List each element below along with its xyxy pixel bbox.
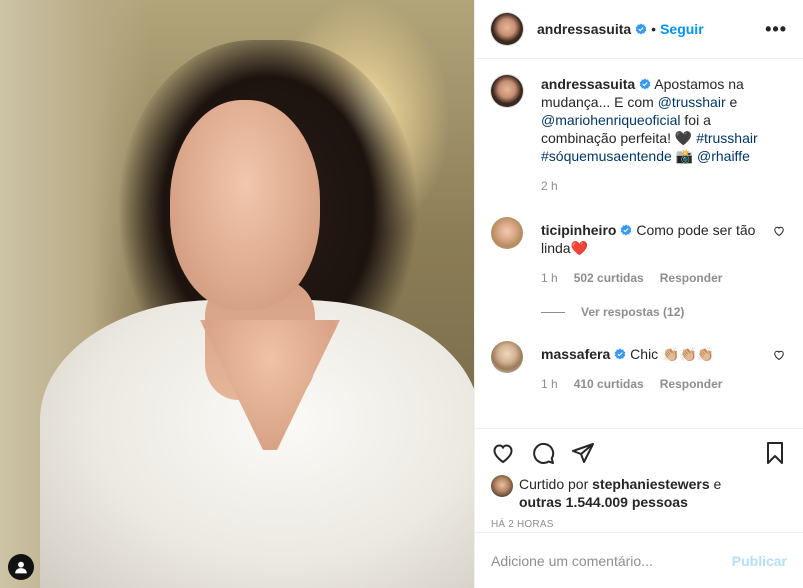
share-paper-plane-icon[interactable]	[571, 441, 595, 465]
comment-input[interactable]	[491, 552, 732, 569]
liked-by-text: Curtido por stephaniestewers e outras 1.…	[519, 475, 721, 511]
mention-link[interactable]: @rhaiffe	[697, 148, 750, 164]
photo-face	[170, 100, 320, 310]
avatar[interactable]	[491, 13, 523, 45]
verified-badge-icon	[639, 78, 651, 90]
caption-time[interactable]: 2 h	[541, 177, 558, 195]
post-photo[interactable]	[0, 0, 474, 588]
verified-badge-icon	[635, 23, 647, 35]
action-icons	[491, 437, 787, 469]
bookmark-icon[interactable]	[763, 441, 787, 465]
header-username[interactable]: andressasuita	[537, 21, 631, 37]
comment-item: massafera Chic 👏🏼👏🏼👏🏼 1 h 410 curtidas R…	[491, 341, 787, 393]
post-header: andressasuita • Seguir •••	[475, 0, 803, 59]
liked-by: Curtido por stephaniestewers e outras 1.…	[491, 475, 787, 511]
comment-body: massafera Chic 👏🏼👏🏼👏🏼 1 h 410 curtidas R…	[541, 345, 763, 393]
comment-avatar[interactable]	[491, 341, 523, 373]
like-heart-icon[interactable]	[491, 441, 515, 465]
follow-button[interactable]: Seguir	[660, 21, 704, 37]
person-icon	[15, 561, 27, 574]
caption: andressasuita Apostamos na mudança... E …	[491, 75, 787, 195]
liked-by-user[interactable]: stephaniestewers	[592, 476, 710, 492]
comment-meta: 1 h 410 curtidas Responder	[541, 375, 763, 393]
comment-username[interactable]: ticipinheiro	[541, 222, 616, 238]
caption-text: e	[725, 94, 738, 110]
user-tag-icon[interactable]	[8, 554, 34, 580]
comment-meta: 1 h 502 curtidas Responder	[541, 269, 763, 287]
caption-body: andressasuita Apostamos na mudança... E …	[541, 75, 787, 195]
hashtag-link[interactable]: #trusshair	[696, 130, 757, 146]
publish-button[interactable]: Publicar	[732, 553, 787, 569]
reply-button[interactable]: Responder	[660, 375, 723, 393]
liked-by-avatar[interactable]	[491, 475, 513, 497]
caption-text: 📸	[671, 148, 697, 164]
comment-text: Chic 👏🏼👏🏼👏🏼	[626, 346, 715, 362]
comments-list[interactable]: andressasuita Apostamos na mudança... E …	[475, 59, 803, 428]
mention-link[interactable]: @trusshair	[658, 94, 726, 110]
view-replies-label: Ver respostas (12)	[581, 305, 685, 319]
comment-likes[interactable]: 410 curtidas	[574, 375, 644, 393]
liked-by-middle: e	[709, 476, 722, 492]
caption-username[interactable]: andressasuita	[541, 76, 635, 92]
verified-badge-icon	[614, 348, 626, 360]
view-replies-button[interactable]: Ver respostas (12)	[541, 305, 787, 319]
caption-meta: 2 h	[541, 177, 787, 195]
comment-time[interactable]: 1 h	[541, 375, 558, 393]
comment-bubble-icon[interactable]	[531, 441, 555, 465]
instagram-post: andressasuita • Seguir ••• andressasuita…	[0, 0, 803, 588]
reply-button[interactable]: Responder	[660, 269, 723, 287]
verified-badge-icon	[621, 224, 632, 236]
replies-divider	[541, 311, 565, 313]
hashtag-link[interactable]: #sóquemusaentende	[541, 148, 672, 164]
more-options-button[interactable]: •••	[765, 19, 787, 40]
comment-avatar[interactable]	[491, 217, 523, 249]
header-separator: •	[651, 21, 657, 37]
mention-link[interactable]: @mariohenriqueoficial	[541, 112, 681, 128]
caption-avatar[interactable]	[491, 75, 523, 107]
post-actions: Curtido por stephaniestewers e outras 1.…	[475, 428, 803, 532]
heart-icon[interactable]	[773, 349, 785, 361]
post-timestamp[interactable]: HÁ 2 HORAS	[491, 519, 787, 530]
post-sidebar: andressasuita • Seguir ••• andressasuita…	[474, 0, 803, 588]
comment-likes[interactable]: 502 curtidas	[574, 269, 644, 287]
comment-item: ticipinheiro Como pode ser tão linda❤️ 1…	[491, 217, 787, 287]
heart-icon[interactable]	[773, 225, 785, 237]
liked-by-others[interactable]: outras 1.544.009 pessoas	[519, 494, 688, 510]
comment-username[interactable]: massafera	[541, 346, 610, 362]
comment-body: ticipinheiro Como pode ser tão linda❤️ 1…	[541, 221, 763, 287]
liked-by-prefix: Curtido por	[519, 476, 593, 492]
add-comment-bar: Publicar	[475, 532, 803, 588]
comment-time[interactable]: 1 h	[541, 269, 558, 287]
